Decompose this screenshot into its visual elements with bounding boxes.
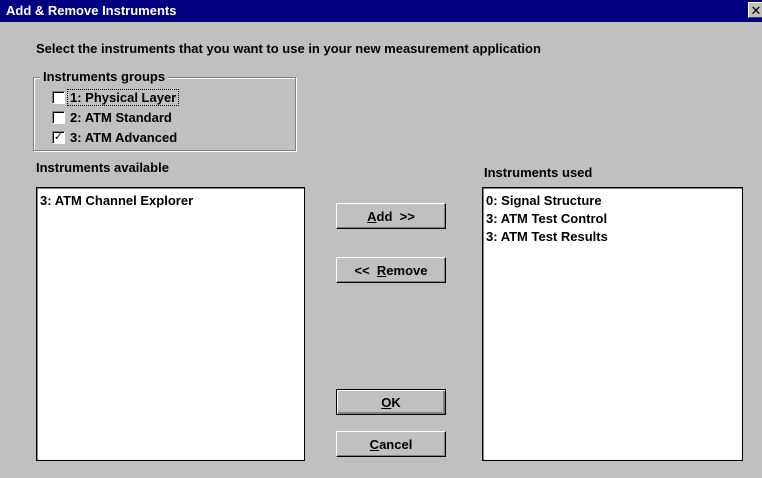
list-item[interactable]: 3: ATM Test Control <box>486 210 739 228</box>
checkbox-box[interactable] <box>52 90 65 104</box>
remove-button[interactable]: << Remove <box>336 257 446 283</box>
checkbox-label[interactable]: 2: ATM Standard <box>68 110 174 125</box>
remove-button-mnemonic: R <box>376 262 387 278</box>
cancel-button[interactable]: Cancel <box>336 431 446 457</box>
add-button-label: dd >> <box>376 208 415 224</box>
add-button[interactable]: Add >> <box>336 203 446 229</box>
list-item[interactable]: 0: Signal Structure <box>486 192 739 210</box>
group-checkbox-physical-layer[interactable]: 1: Physical Layer <box>52 88 180 106</box>
instruments-available-list[interactable]: 3: ATM Channel Explorer <box>36 187 305 461</box>
ok-button[interactable]: OK <box>336 389 446 415</box>
instrument-groups-legend: Instruments groups <box>40 69 169 84</box>
checkbox-label[interactable]: 3: ATM Advanced <box>68 130 179 145</box>
checkbox-box[interactable] <box>52 110 65 124</box>
ok-button-mnemonic: O <box>381 394 392 410</box>
group-checkbox-atm-advanced[interactable]: ✓ 3: ATM Advanced <box>52 129 179 145</box>
close-button[interactable]: ✕ <box>748 2 762 18</box>
checkbox-label[interactable]: 1: Physical Layer <box>66 88 180 106</box>
instruments-used-label: Instruments used <box>484 165 593 180</box>
check-icon: ✓ <box>53 130 64 143</box>
close-icon: ✕ <box>750 3 762 18</box>
ok-button-label: K <box>391 394 401 410</box>
checkbox-box[interactable]: ✓ <box>52 130 65 144</box>
remove-button-label: emove <box>386 262 428 278</box>
instruments-used-list[interactable]: 0: Signal Structure 3: ATM Test Control … <box>482 187 743 461</box>
cancel-button-label: ancel <box>379 436 413 452</box>
title-bar: Add & Remove Instruments ✕ <box>0 0 762 22</box>
cancel-button-mnemonic: C <box>369 436 380 452</box>
window-title: Add & Remove Instruments <box>6 3 177 18</box>
instruments-available-label: Instruments available <box>36 160 169 175</box>
list-item[interactable]: 3: ATM Channel Explorer <box>40 192 301 210</box>
list-item[interactable]: 3: ATM Test Results <box>486 228 739 246</box>
add-button-mnemonic: A <box>367 208 377 224</box>
group-checkbox-atm-standard[interactable]: 2: ATM Standard <box>52 109 174 125</box>
instruction-text: Select the instruments that you want to … <box>36 41 541 56</box>
remove-button-prefix: << <box>354 262 377 278</box>
